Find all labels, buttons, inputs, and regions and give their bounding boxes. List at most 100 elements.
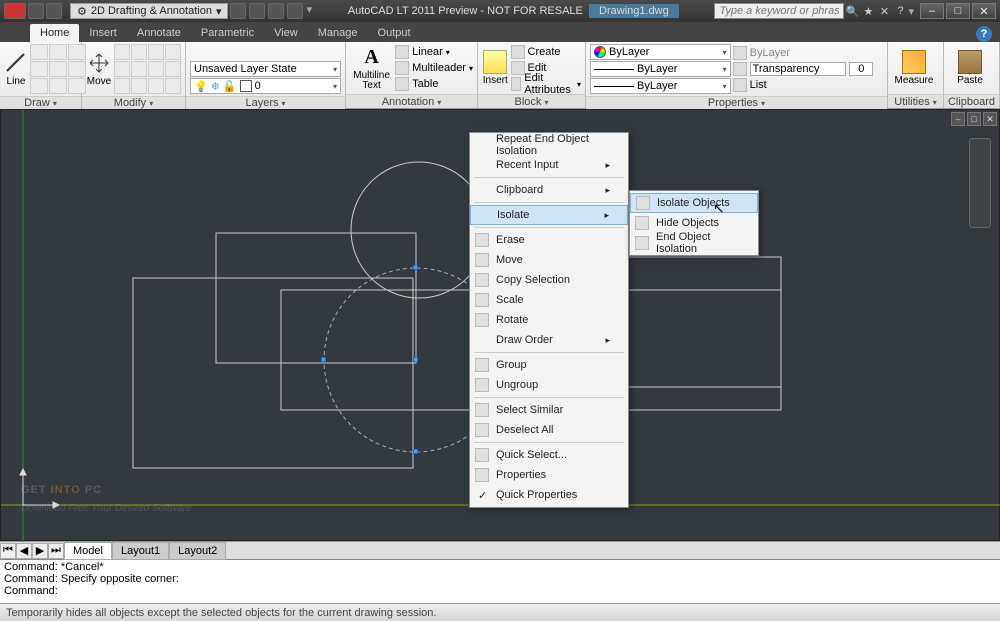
- menu-item[interactable]: Deselect All: [470, 420, 628, 440]
- layer-tool-icon[interactable]: [262, 44, 278, 60]
- layer-tool-icon[interactable]: [226, 44, 242, 60]
- qat-open-icon[interactable]: [46, 3, 62, 19]
- linear-dim-button[interactable]: Linear▾: [395, 45, 473, 60]
- drawing-canvas[interactable]: – □ ✕ GET INTO PC Download Free Your Des…: [0, 109, 1000, 541]
- app-menu-icon[interactable]: [4, 3, 26, 19]
- chevron-down-icon[interactable]: [761, 97, 765, 109]
- draw-tool-icon[interactable]: [49, 78, 67, 94]
- modify-tool-icon[interactable]: [148, 78, 164, 94]
- menu-item[interactable]: Properties: [470, 465, 628, 485]
- chevron-down-icon[interactable]: ▾: [908, 5, 914, 18]
- modify-tool-icon[interactable]: [114, 78, 130, 94]
- tab-output[interactable]: Output: [368, 24, 421, 42]
- layer-tool-icon[interactable]: [244, 44, 260, 60]
- menu-item[interactable]: Move: [470, 250, 628, 270]
- workspace-dropdown[interactable]: ⚙ 2D Drafting & Annotation ▾: [70, 3, 228, 19]
- menu-item[interactable]: Recent Input▸: [470, 155, 628, 175]
- menu-item[interactable]: Repeat End Object Isolation: [470, 135, 628, 155]
- help-search-input[interactable]: [714, 3, 844, 19]
- help-icon[interactable]: ?: [892, 3, 908, 19]
- qat-print-icon[interactable]: [287, 3, 303, 19]
- draw-tool-icon[interactable]: [49, 61, 67, 77]
- modify-tool-icon[interactable]: [148, 44, 164, 60]
- doc-minimize-button[interactable]: –: [951, 112, 965, 126]
- menu-item[interactable]: Scale: [470, 290, 628, 310]
- layer-dropdown[interactable]: 💡❄🔓0: [190, 78, 341, 94]
- plotstyle-dropdown[interactable]: ByLayer: [733, 46, 874, 61]
- selection-grip[interactable]: [413, 449, 418, 454]
- star-icon[interactable]: ★: [860, 3, 876, 19]
- minimize-button[interactable]: –: [920, 3, 944, 19]
- menu-item[interactable]: Select Similar: [470, 400, 628, 420]
- move-button[interactable]: Move: [86, 45, 112, 93]
- menu-item[interactable]: Clipboard▸: [470, 180, 628, 200]
- qat-save-icon[interactable]: [230, 3, 246, 19]
- doc-close-button[interactable]: ✕: [983, 112, 997, 126]
- color-dropdown[interactable]: ByLayer: [590, 44, 731, 60]
- chevron-down-icon[interactable]: [933, 96, 937, 108]
- menu-item[interactable]: Ungroup: [470, 375, 628, 395]
- modify-tool-icon[interactable]: [114, 61, 130, 77]
- tab-last-button[interactable]: ⏭: [48, 543, 64, 559]
- draw-tool-icon[interactable]: [30, 78, 48, 94]
- tab-first-button[interactable]: ⏮: [0, 543, 16, 559]
- linetype-dropdown[interactable]: ByLayer: [590, 78, 731, 94]
- chevron-down-icon[interactable]: [53, 97, 57, 109]
- ribbon-help-icon[interactable]: ?: [976, 26, 992, 42]
- modify-tool-icon[interactable]: [148, 61, 164, 77]
- menu-item[interactable]: Rotate: [470, 310, 628, 330]
- maximize-button[interactable]: □: [946, 3, 970, 19]
- submenu-item[interactable]: End Object Isolation: [630, 233, 758, 253]
- menu-item[interactable]: Quick Select...: [470, 445, 628, 465]
- draw-tool-icon[interactable]: [30, 61, 48, 77]
- menu-item[interactable]: ✓Quick Properties: [470, 485, 628, 505]
- layer-tool-icon[interactable]: [280, 44, 296, 60]
- qat-new-icon[interactable]: [28, 3, 44, 19]
- layer-tool-icon[interactable]: [298, 44, 314, 60]
- search-icon[interactable]: 🔍: [844, 3, 860, 19]
- paste-button[interactable]: Paste: [948, 44, 992, 92]
- measure-button[interactable]: Measure: [892, 44, 936, 92]
- tab-manage[interactable]: Manage: [308, 24, 368, 42]
- modify-tool-icon[interactable]: [131, 61, 147, 77]
- menu-item[interactable]: Group: [470, 355, 628, 375]
- table-button[interactable]: Table: [395, 77, 473, 92]
- doc-maximize-button[interactable]: □: [967, 112, 981, 126]
- line-button[interactable]: Line: [4, 45, 28, 93]
- tab-prev-button[interactable]: ◀: [16, 543, 32, 559]
- edit-attributes-button[interactable]: Edit Attributes▾: [511, 77, 581, 92]
- navigation-bar[interactable]: [969, 138, 991, 228]
- submenu-item[interactable]: Isolate Objects: [630, 193, 758, 213]
- close-button[interactable]: ✕: [972, 3, 996, 19]
- list-button[interactable]: List: [733, 78, 874, 93]
- chevron-down-icon[interactable]: [282, 97, 286, 109]
- selection-grip[interactable]: [413, 357, 418, 362]
- tab-layout1[interactable]: Layout1: [112, 542, 169, 560]
- lineweight-dropdown[interactable]: ByLayer: [590, 61, 731, 77]
- layer-tool-icon[interactable]: [316, 44, 332, 60]
- modify-tool-icon[interactable]: [165, 78, 181, 94]
- menu-item[interactable]: Erase: [470, 230, 628, 250]
- tab-model[interactable]: Model: [64, 542, 112, 560]
- layer-properties-icon[interactable]: [190, 44, 206, 60]
- command-line[interactable]: Command: *Cancel* Command: Specify oppos…: [0, 559, 1000, 603]
- menu-item[interactable]: Isolate▸: [470, 205, 628, 225]
- block-create-button[interactable]: Create: [511, 45, 581, 60]
- menu-item[interactable]: Draw Order▸: [470, 330, 628, 350]
- tab-layout2[interactable]: Layout2: [169, 542, 226, 560]
- selection-grip[interactable]: [321, 357, 326, 362]
- tab-insert[interactable]: Insert: [79, 24, 127, 42]
- submenu-item[interactable]: Hide Objects: [630, 213, 758, 233]
- tab-next-button[interactable]: ▶: [32, 543, 48, 559]
- tab-home[interactable]: Home: [30, 24, 79, 42]
- modify-tool-icon[interactable]: [165, 61, 181, 77]
- selection-grip[interactable]: [413, 265, 418, 270]
- qat-redo-icon[interactable]: [268, 3, 284, 19]
- qat-undo-icon[interactable]: [249, 3, 265, 19]
- transparency-control[interactable]: Transparency0: [733, 62, 874, 77]
- chevron-down-icon[interactable]: [544, 96, 548, 108]
- layer-tool-icon[interactable]: [208, 44, 224, 60]
- draw-tool-icon[interactable]: [30, 44, 48, 60]
- tab-view[interactable]: View: [264, 24, 308, 42]
- mtext-button[interactable]: AMultiline Text: [350, 44, 393, 92]
